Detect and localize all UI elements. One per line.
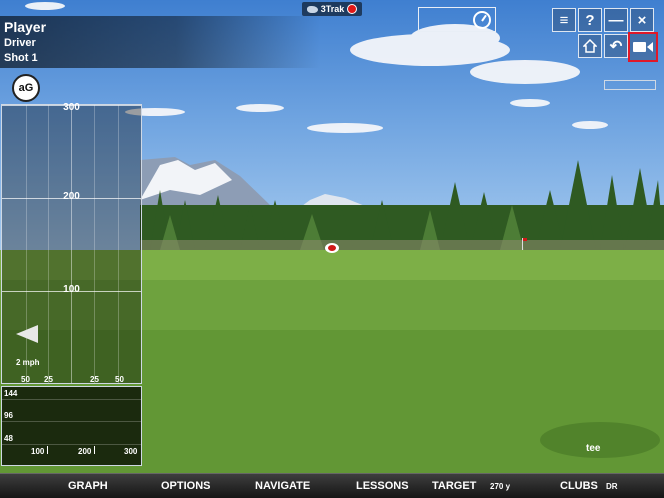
home-button[interactable] — [578, 34, 602, 58]
player-info: Player Driver Shot 1 — [0, 16, 320, 68]
menu-graph[interactable]: GRAPH — [68, 480, 108, 492]
center-line — [71, 105, 72, 383]
carry-label-200: 200 — [78, 447, 92, 456]
tee-label: tee — [586, 443, 601, 454]
bottom-menu-bar: GRAPH OPTIONS NAVIGATE LESSONS TARGET 27… — [0, 473, 664, 498]
minimize-button[interactable]: — — [604, 8, 628, 32]
undo-icon: ↶ — [609, 38, 623, 55]
lateral-label: 25 — [44, 375, 53, 384]
camera-button[interactable] — [628, 32, 658, 62]
compass-widget[interactable] — [418, 7, 496, 32]
shot-map-panel: 300 200 100 2 mph 50 25 25 50 — [1, 102, 142, 384]
menu-clubs[interactable]: CLUBS — [560, 480, 598, 492]
target-distance: 270 y — [490, 482, 511, 491]
clubhead-icon — [306, 5, 318, 13]
club-name: Driver — [4, 37, 36, 49]
home-icon — [583, 39, 597, 53]
menu-button[interactable]: ≡ — [552, 8, 576, 32]
wind-arrow-icon — [16, 325, 38, 343]
record-indicator-icon — [347, 4, 358, 14]
trajectory-graph-panel: 144 96 48 100 200 300 — [1, 386, 142, 466]
menu-options[interactable]: OPTIONS — [161, 480, 211, 492]
lateral-label: 50 — [21, 375, 30, 384]
help-icon: ? — [585, 11, 595, 29]
distance-label-300: 300 — [63, 102, 80, 113]
brand-text: 3Trak — [320, 4, 345, 14]
player-name: Player — [4, 19, 47, 35]
grid-line — [2, 444, 141, 445]
lateral-label: 50 — [115, 375, 124, 384]
carry-label-300: 300 — [124, 447, 138, 456]
grid-line — [2, 399, 141, 400]
lateral-label: 25 — [90, 375, 99, 384]
hamburger-icon: ≡ — [559, 11, 569, 29]
close-button[interactable]: × — [630, 8, 654, 32]
help-button[interactable]: ? — [578, 8, 602, 32]
camera-view-label — [604, 80, 656, 90]
tick — [47, 446, 48, 454]
menu-navigate[interactable]: NAVIGATE — [255, 480, 310, 492]
distance-label-200: 200 — [63, 191, 80, 202]
carry-label-100: 100 — [31, 447, 45, 456]
brand-badge: 3Trak — [302, 2, 362, 16]
height-label-48: 48 — [4, 434, 13, 443]
minimize-icon: — — [608, 11, 624, 29]
club-code: DR — [606, 482, 618, 491]
wind-speed: 2 mph — [16, 358, 40, 367]
grid-line — [118, 105, 119, 383]
shot-number: Shot 1 — [4, 52, 38, 64]
distance-label-100: 100 — [63, 284, 80, 295]
tick — [94, 446, 95, 454]
grid-line — [48, 105, 49, 383]
height-label-96: 96 — [4, 411, 13, 420]
ag-logo: aG — [12, 74, 40, 102]
camera-icon — [633, 42, 653, 52]
undo-button[interactable]: ↶ — [604, 34, 628, 58]
menu-target[interactable]: TARGET — [432, 480, 476, 492]
menu-lessons[interactable]: LESSONS — [356, 480, 409, 492]
compass-icon — [473, 11, 491, 29]
close-icon: × — [637, 11, 647, 29]
height-label-144: 144 — [4, 389, 18, 398]
grid-line — [94, 105, 95, 383]
grid-line — [2, 421, 141, 422]
